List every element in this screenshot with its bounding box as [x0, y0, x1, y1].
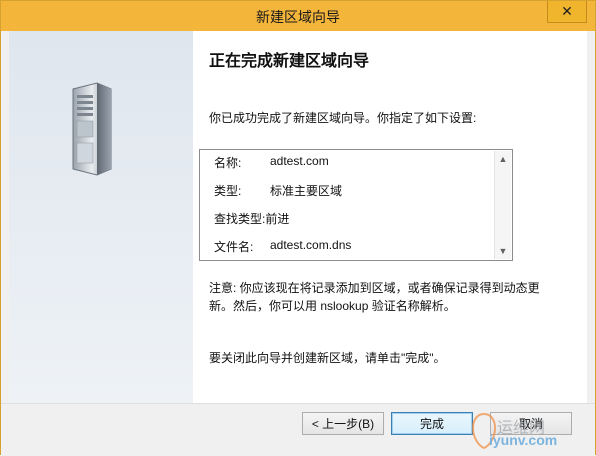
- close-icon: ✕: [561, 3, 573, 19]
- intro-text: 你已成功完成了新建区域向导。你指定了如下设置:: [209, 111, 477, 125]
- summary-label: 名称:: [214, 156, 242, 170]
- watermark-url: iyunv.com: [489, 432, 558, 448]
- note-text: 注意: 你应该现在将记录添加到区域，或者确保记录得到动态更新。然后，你可以用 n…: [209, 281, 540, 313]
- summary-value: 前进: [265, 212, 290, 226]
- summary-list: 名称: adtest.com 类型: 标准主要区域 查找类型: 前进 文件名: …: [214, 154, 492, 266]
- summary-row: 查找类型: 前进: [214, 210, 492, 238]
- summary-value: adtest.com: [270, 154, 329, 168]
- settings-summary-box[interactable]: 名称: adtest.com 类型: 标准主要区域 查找类型: 前进 文件名: …: [199, 149, 513, 261]
- summary-label: 查找类型:: [214, 212, 266, 226]
- vertical-scrollbar[interactable]: ▲ ▼: [494, 151, 511, 259]
- window-title: 新建区域向导: [256, 9, 340, 25]
- title-bar: 新建区域向导 ✕: [1, 1, 595, 31]
- back-button[interactable]: < 上一步(B): [302, 412, 384, 435]
- watermark: 运维网 iyunv.com: [469, 408, 589, 452]
- page-title: 正在完成新建区域向导: [209, 53, 370, 70]
- finish-button[interactable]: 完成: [391, 412, 473, 435]
- close-button[interactable]: ✕: [547, 1, 587, 23]
- summary-value: adtest.com.dns: [270, 238, 352, 252]
- server-icon: [72, 82, 112, 176]
- scroll-up-icon[interactable]: ▲: [495, 151, 511, 167]
- summary-value: 标准主要区域: [270, 184, 343, 198]
- wizard-window: 新建区域向导 ✕ 正在完成新建区域向导 你已成功完成了新建区域向导。你指定了如下…: [0, 0, 596, 456]
- summary-row: 类型: 标准主要区域: [214, 182, 492, 210]
- button-bar: < 上一步(B) 完成 取消 运维网 iyunv.com: [1, 403, 595, 456]
- summary-row: 名称: adtest.com: [214, 154, 492, 182]
- wizard-side-panel: [9, 31, 194, 403]
- summary-label: 文件名:: [214, 240, 254, 254]
- scroll-down-icon[interactable]: ▼: [495, 243, 511, 259]
- summary-row: 文件名: adtest.com.dns: [214, 238, 492, 266]
- closing-instruction: 要关闭此向导并创建新区域，请单击"完成"。: [209, 351, 446, 365]
- summary-label: 类型:: [214, 184, 242, 198]
- wizard-content: 正在完成新建区域向导 你已成功完成了新建区域向导。你指定了如下设置: 名称: a…: [193, 31, 587, 403]
